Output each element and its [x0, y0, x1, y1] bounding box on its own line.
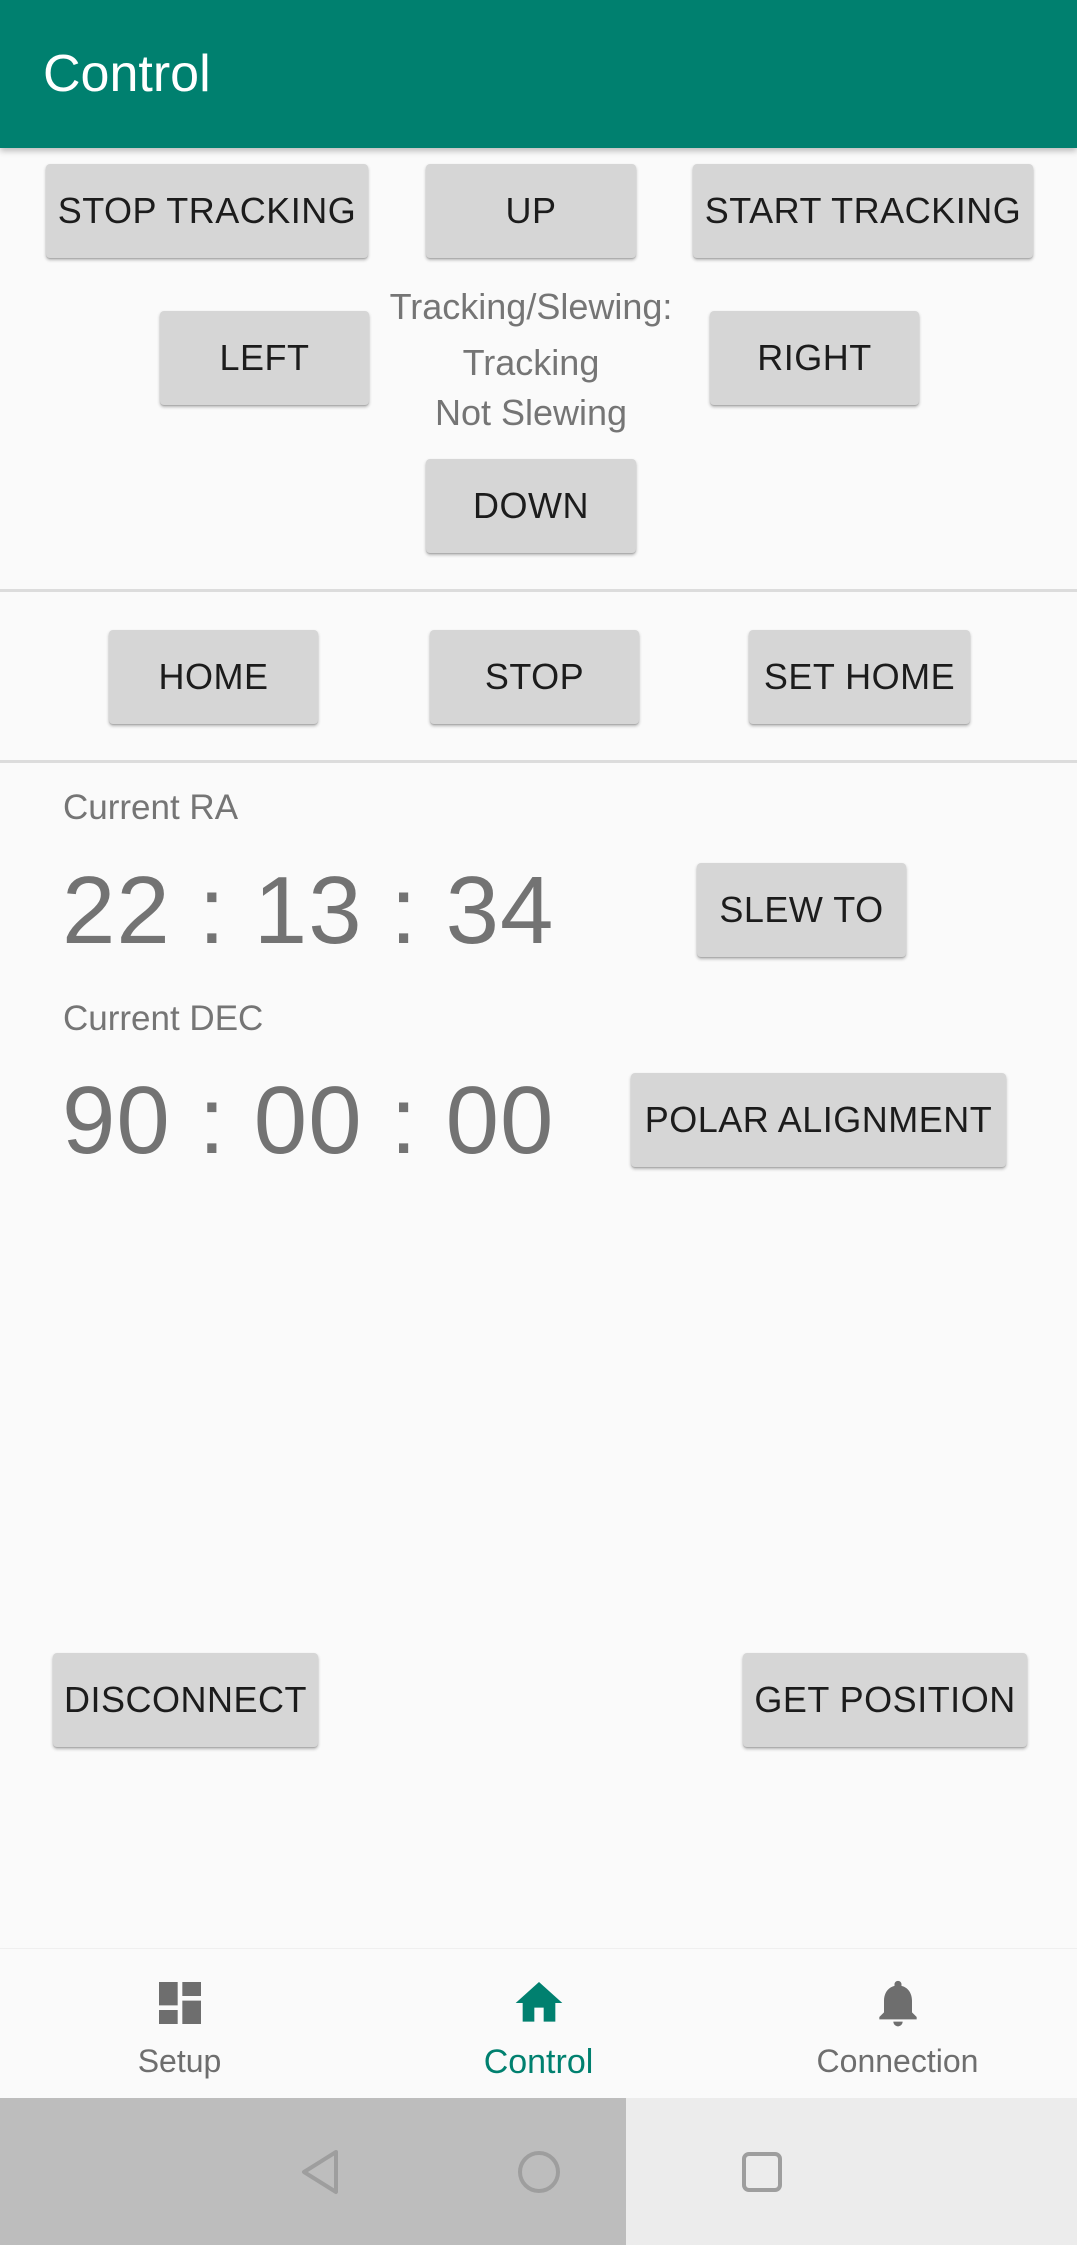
up-button[interactable]: UP: [426, 164, 636, 258]
slewing-status: Not Slewing: [434, 392, 628, 433]
dec-label: Current DEC: [63, 999, 264, 1038]
get-position-button[interactable]: GET POSITION: [743, 1653, 1027, 1747]
right-button[interactable]: RIGHT: [710, 311, 919, 405]
down-button[interactable]: DOWN: [426, 459, 636, 553]
app-root: Control STOP TRACKING UP START TRACKING …: [0, 0, 1077, 2245]
dashboard-icon: [158, 1982, 201, 2024]
app-bar: Control: [0, 0, 1077, 148]
set-home-button[interactable]: SET HOME: [749, 630, 970, 724]
left-button[interactable]: LEFT: [160, 311, 369, 405]
disconnect-button[interactable]: DISCONNECT: [53, 1653, 318, 1747]
ra-label: Current RA: [63, 788, 239, 827]
nav-label-connection: Connection: [816, 2043, 979, 2079]
bottom-navigation: Setup Control Connection: [0, 1948, 1077, 2099]
home-circle-icon[interactable]: [511, 2144, 567, 2200]
page-title: Control: [43, 45, 211, 103]
system-navigation-bar: [0, 2098, 1077, 2245]
polar-alignment-button[interactable]: POLAR ALIGNMENT: [631, 1073, 1006, 1167]
stop-button[interactable]: STOP: [430, 630, 639, 724]
start-tracking-button[interactable]: START TRACKING: [693, 164, 1033, 258]
stop-tracking-button[interactable]: STOP TRACKING: [46, 164, 368, 258]
recents-icon[interactable]: [734, 2144, 790, 2200]
bell-icon: [878, 1980, 917, 2027]
nav-item-connection[interactable]: Connection: [718, 1949, 1077, 2099]
nav-item-setup[interactable]: Setup: [0, 1949, 359, 2099]
slew-to-button[interactable]: SLEW TO: [697, 863, 906, 957]
home-button[interactable]: HOME: [109, 630, 318, 724]
dec-value: 90 : 00 : 00: [62, 1067, 555, 1174]
nav-label-control: Control: [483, 2043, 594, 2081]
ra-value: 22 : 13 : 34: [62, 857, 555, 964]
back-icon[interactable]: [292, 2144, 348, 2200]
divider-bottom: [0, 760, 1077, 763]
home-icon: [515, 1982, 562, 2022]
nav-label-setup: Setup: [137, 2043, 222, 2079]
nav-item-control[interactable]: Control: [359, 1949, 718, 2099]
tracking-status: Tracking: [462, 342, 600, 383]
status-heading: Tracking/Slewing:: [389, 286, 673, 327]
divider-top: [0, 589, 1077, 592]
